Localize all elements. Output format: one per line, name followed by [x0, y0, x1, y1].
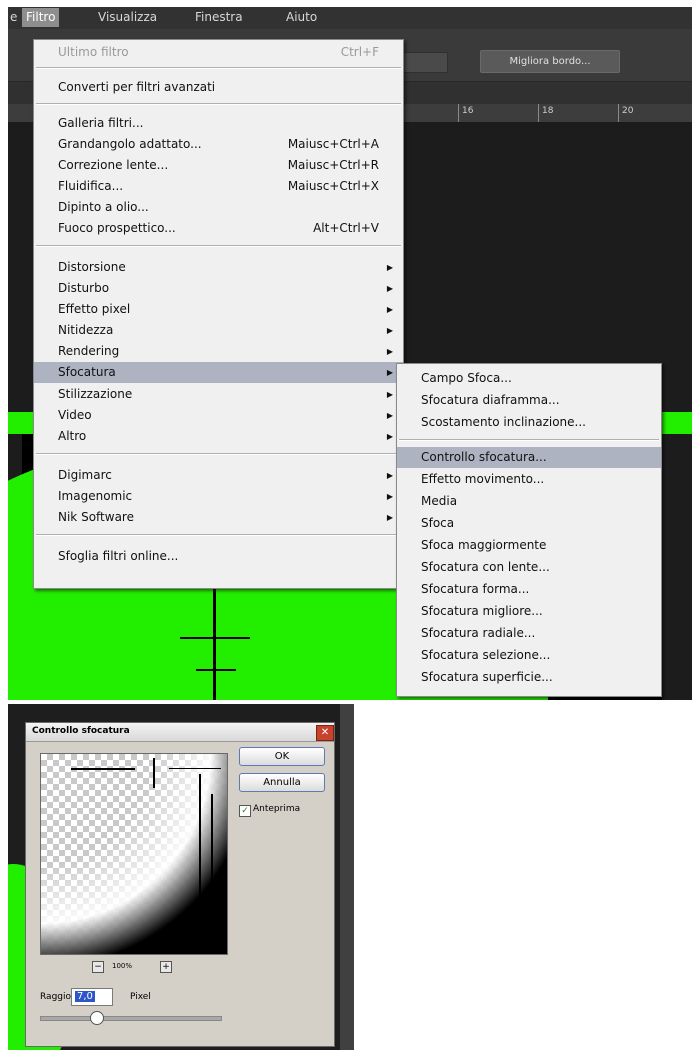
- menu-item-converti-filtri-avanzati[interactable]: Converti per filtri avanzati: [34, 77, 403, 98]
- radius-slider-thumb[interactable]: [90, 1011, 104, 1025]
- submenu-item-sfocatura-selezione[interactable]: Sfocatura selezione...: [397, 645, 661, 666]
- submenu-item-media[interactable]: Media: [397, 491, 661, 512]
- radius-label: Raggio:: [40, 992, 75, 1002]
- menu-item-dipinto-a-olio[interactable]: Dipinto a olio...: [34, 197, 403, 218]
- radius-unit: Pixel: [130, 992, 151, 1002]
- menu-item-fuoco-prospettico[interactable]: Fuoco prospettico... Alt+Ctrl+V: [34, 218, 403, 239]
- menu-visualizza[interactable]: Visualizza: [98, 10, 157, 24]
- menu-item-distorsione[interactable]: Distorsione ▶: [34, 257, 403, 278]
- blur-preview[interactable]: [40, 753, 228, 955]
- menu-aiuto[interactable]: Aiuto: [286, 10, 317, 24]
- menu-item-imagenomic[interactable]: Imagenomic ▶: [34, 486, 403, 507]
- submenu-item-sfoca-maggiormente[interactable]: Sfoca maggiormente: [397, 535, 661, 556]
- ruler-label: 16: [462, 106, 474, 116]
- menu-separator: [399, 439, 659, 441]
- menu-separator: [36, 245, 401, 247]
- menu-item-fluidifica[interactable]: Fluidifica... Maiusc+Ctrl+X: [34, 176, 403, 197]
- side-panel: [340, 704, 354, 1050]
- menu-item-ultimo-filtro[interactable]: Ultimo filtro Ctrl+F: [34, 42, 403, 63]
- crosshair-horizontal: [196, 669, 236, 671]
- menu-separator: [36, 103, 401, 105]
- menu-item-sfoglia-filtri-online[interactable]: Sfoglia filtri online...: [34, 546, 403, 567]
- submenu-arrow-icon: ▶: [386, 305, 393, 314]
- submenu-arrow-icon: ▶: [386, 471, 393, 480]
- submenu-item-sfocatura-migliore[interactable]: Sfocatura migliore...: [397, 601, 661, 622]
- submenu-item-sfocatura-superficie[interactable]: Sfocatura superficie...: [397, 667, 661, 688]
- radius-slider-track[interactable]: [40, 1016, 222, 1021]
- menu-item-sfocatura[interactable]: Sfocatura ▶: [34, 362, 403, 383]
- menu-separator: [36, 534, 401, 536]
- submenu-arrow-icon: ▶: [386, 492, 393, 501]
- submenu-arrow-icon: ▶: [386, 368, 393, 377]
- preview-line: [211, 794, 213, 914]
- menu-item-altro[interactable]: Altro ▶: [34, 426, 403, 447]
- zoom-in-icon[interactable]: +: [160, 961, 172, 973]
- submenu-item-sfoca[interactable]: Sfoca: [397, 513, 661, 534]
- submenu-arrow-icon: ▶: [386, 513, 393, 522]
- submenu-item-effetto-movimento[interactable]: Effetto movimento...: [397, 469, 661, 490]
- ruler-tick: [458, 104, 459, 122]
- submenu-arrow-icon: ▶: [386, 284, 393, 293]
- ruler-label: 20: [622, 106, 634, 116]
- preview-line: [199, 774, 201, 954]
- menu-bar: e Filtro Visualizza Finestra Aiuto: [8, 7, 692, 29]
- menu-item-digimarc[interactable]: Digimarc ▶: [34, 465, 403, 486]
- cancel-button[interactable]: Annulla: [239, 773, 325, 792]
- preview-line: [169, 768, 221, 769]
- menu-item-grandangolo-adattato[interactable]: Grandangolo adattato... Maiusc+Ctrl+A: [34, 134, 403, 155]
- controllo-sfocatura-dialog: Controllo sfocatura ✕ OK Annulla ✓ Antep…: [25, 722, 335, 1047]
- menu-item-video[interactable]: Video ▶: [34, 405, 403, 426]
- menu-edit-partial[interactable]: e: [10, 10, 17, 24]
- menu-separator: [36, 453, 401, 455]
- ruler-tick: [538, 104, 539, 122]
- ruler-tick: [618, 104, 619, 122]
- close-icon[interactable]: ✕: [316, 725, 334, 741]
- zoom-out-icon[interactable]: −: [92, 961, 104, 973]
- preview-line: [71, 768, 135, 770]
- zoom-value: 100%: [112, 962, 133, 970]
- photoshop-window: e Filtro Visualizza Finestra Aiuto Migli…: [8, 7, 692, 700]
- submenu-arrow-icon: ▶: [386, 432, 393, 441]
- submenu-item-sfocatura-diaframma[interactable]: Sfocatura diaframma...: [397, 390, 661, 411]
- submenu-item-scostamento-inclinazione[interactable]: Scostamento inclinazione...: [397, 412, 661, 433]
- option-field[interactable]: [398, 52, 448, 73]
- menu-item-effetto-pixel[interactable]: Effetto pixel ▶: [34, 299, 403, 320]
- menu-item-nitidezza[interactable]: Nitidezza ▶: [34, 320, 403, 341]
- submenu-item-campo-sfoca[interactable]: Campo Sfoca...: [397, 368, 661, 389]
- menu-item-nik-software[interactable]: Nik Software ▶: [34, 507, 403, 528]
- submenu-arrow-icon: ▶: [386, 263, 393, 272]
- crosshair-horizontal: [180, 637, 250, 639]
- ok-button[interactable]: OK: [239, 747, 325, 766]
- sfocatura-submenu: Campo Sfoca... Sfocatura diaframma... Sc…: [396, 363, 662, 697]
- menu-item-disturbo[interactable]: Disturbo ▶: [34, 278, 403, 299]
- refine-edge-button[interactable]: Migliora bordo...: [480, 50, 620, 73]
- dialog-titlebar[interactable]: Controllo sfocatura ✕: [26, 723, 334, 742]
- submenu-item-sfocatura-con-lente[interactable]: Sfocatura con lente...: [397, 557, 661, 578]
- submenu-item-sfocatura-radiale[interactable]: Sfocatura radiale...: [397, 623, 661, 644]
- preview-checkbox[interactable]: ✓: [239, 805, 251, 817]
- submenu-arrow-icon: ▶: [386, 411, 393, 420]
- menu-filtro[interactable]: Filtro: [22, 8, 60, 27]
- menu-separator: [36, 67, 401, 69]
- submenu-arrow-icon: ▶: [386, 347, 393, 356]
- submenu-arrow-icon: ▶: [386, 326, 393, 335]
- submenu-item-controllo-sfocatura[interactable]: Controllo sfocatura...: [397, 447, 661, 468]
- menu-item-correzione-lente[interactable]: Correzione lente... Maiusc+Ctrl+R: [34, 155, 403, 176]
- filtro-menu: Ultimo filtro Ctrl+F Converti per filtri…: [33, 39, 404, 589]
- ruler-label: 18: [542, 106, 554, 116]
- preview-line: [153, 758, 155, 788]
- menu-finestra[interactable]: Finestra: [195, 10, 243, 24]
- preview-checkbox-label: Anteprima: [253, 804, 301, 814]
- submenu-item-sfocatura-forma[interactable]: Sfocatura forma...: [397, 579, 661, 600]
- menu-item-stilizzazione[interactable]: Stilizzazione ▶: [34, 384, 403, 405]
- menu-item-rendering[interactable]: Rendering ▶: [34, 341, 403, 362]
- menu-item-galleria-filtri[interactable]: Galleria filtri...: [34, 113, 403, 134]
- dialog-title: Controllo sfocatura: [32, 726, 130, 736]
- radius-value: 7,0: [75, 991, 95, 1002]
- radius-input[interactable]: 7,0: [71, 988, 113, 1006]
- dialog-screenshot: Controllo sfocatura ✕ OK Annulla ✓ Antep…: [8, 704, 354, 1050]
- submenu-arrow-icon: ▶: [386, 390, 393, 399]
